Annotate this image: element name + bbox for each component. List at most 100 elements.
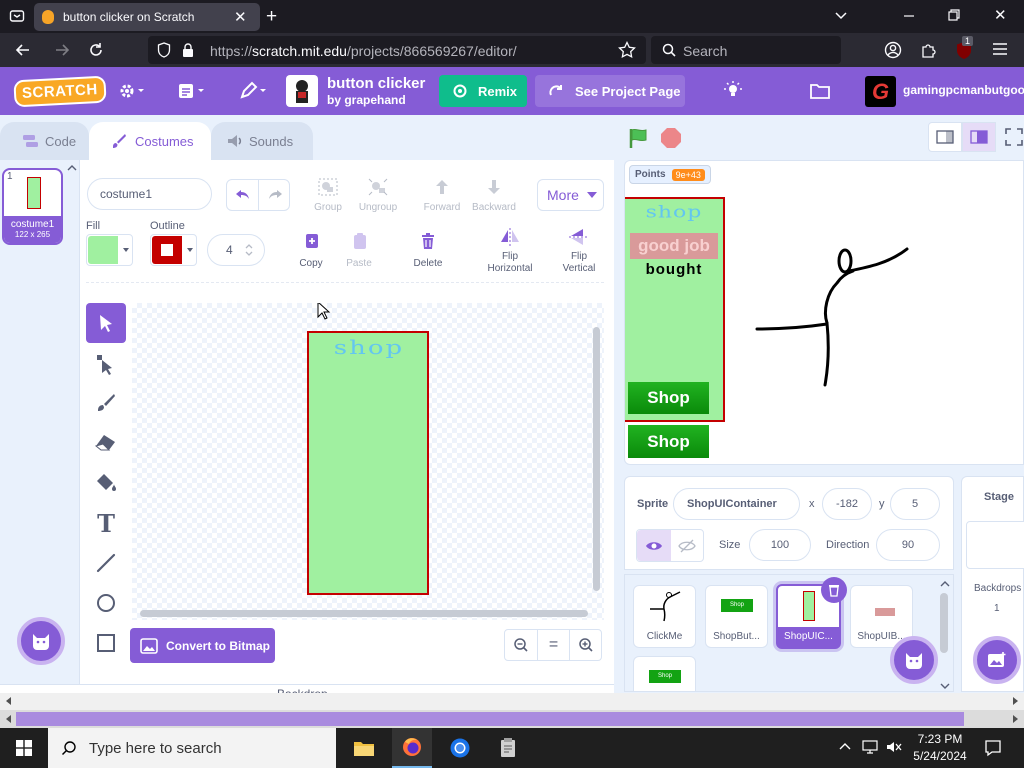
taskbar-search-box[interactable]: Type here to search [48,728,336,768]
outline-color-picker[interactable] [150,234,197,266]
zoom-reset-button[interactable]: = [538,630,570,660]
line-tool[interactable] [86,543,126,583]
scratch-logo[interactable]: SCRATCH [13,67,107,115]
bookmark-star-icon[interactable] [618,41,636,59]
reload-icon[interactable] [88,42,104,58]
stage[interactable]: Points 9e+43 shop good job bought Shop S… [624,160,1024,465]
notifications-icon[interactable] [984,739,1002,757]
choose-costume-button[interactable] [17,617,65,665]
sprite-list-scrollbar[interactable] [937,575,953,691]
tab-close-icon[interactable]: ✕ [234,8,247,26]
hamburger-menu-icon[interactable] [992,42,1008,56]
restore-window-icon[interactable] [948,9,960,21]
account-icon[interactable] [884,41,902,59]
see-project-page-button[interactable]: See Project Page [535,75,685,107]
zoom-in-button[interactable] [570,630,602,660]
choose-backdrop-button[interactable] [973,636,1021,684]
back-arrow-icon[interactable] [15,42,31,58]
copy-button[interactable]: Copy [295,232,327,272]
flip-horizontal-button[interactable]: Flip Horizontal [481,228,539,276]
volume-muted-icon[interactable] [886,740,902,754]
shop-button-sprite-2[interactable]: Shop [628,425,709,458]
brush-tool[interactable] [86,383,126,423]
hide-sprite-button[interactable] [671,530,703,561]
forward-arrow-icon[interactable] [54,42,70,58]
x-position-field[interactable]: -182 [822,488,872,520]
select-tool[interactable] [86,303,126,343]
stop-button[interactable] [660,127,682,149]
shield-icon[interactable] [157,42,171,58]
page-scroll-thumb[interactable] [16,712,964,726]
clickme-stickman-sprite[interactable] [755,243,925,393]
tray-chevron-up-icon[interactable] [839,741,851,753]
file-menu[interactable] [177,67,207,115]
rectangle-tool[interactable] [86,623,126,663]
direction-field[interactable]: 90 [876,529,940,561]
costume-list-scrollbar[interactable] [66,160,78,660]
circle-tool[interactable] [86,583,126,623]
my-stuff-folder-icon[interactable] [809,67,831,115]
lock-icon[interactable] [182,42,194,58]
new-tab-icon[interactable]: + [266,7,277,26]
clock-date[interactable]: 5/24/2024 [910,749,970,763]
edit-menu[interactable] [239,67,269,115]
settings-menu[interactable] [118,67,146,115]
tutorials-lightbulb-icon[interactable] [724,67,742,115]
paste-button[interactable]: Paste [343,232,375,272]
fill-tool[interactable] [86,462,126,502]
backward-button[interactable]: Backward [471,177,517,217]
costume-name-field[interactable]: costume1 [87,178,212,210]
sprite-name-field[interactable]: ShopUIContainer [673,488,800,520]
reshape-tool[interactable] [86,345,126,385]
clock-time[interactable]: 7:23 PM [916,732,964,746]
network-icon[interactable] [862,740,878,754]
show-sprite-button[interactable] [637,530,671,561]
canvas-vertical-scrollbar[interactable] [593,327,600,591]
convert-to-bitmap-button[interactable]: Convert to Bitmap [130,628,275,663]
forward-button[interactable]: Forward [423,177,461,217]
list-tabs-chevron-icon[interactable] [834,8,848,22]
project-author[interactable]: by grapehand [327,93,406,107]
y-position-field[interactable]: 5 [890,488,940,520]
tab-code[interactable]: Code [0,122,89,160]
green-flag-button[interactable] [627,126,651,150]
file-explorer-taskbar-icon[interactable] [344,728,384,768]
text-tool[interactable]: T [86,503,126,543]
shop-ui-container-sprite[interactable]: shop good job bought Shop [625,197,725,422]
remix-button[interactable]: Remix [439,75,527,107]
fullscreen-button[interactable] [1004,127,1024,147]
size-field[interactable]: 100 [749,529,811,561]
project-thumbnail-avatar[interactable] [286,75,318,107]
username[interactable]: gamingpcmanbutgoo [903,83,1024,97]
fill-color-picker[interactable] [86,234,133,266]
firefox-taskbar-icon[interactable] [392,728,432,768]
more-dropdown[interactable]: More [537,179,604,211]
ungroup-button[interactable]: Ungroup [357,177,399,217]
sprite-tile-shopbutton[interactable]: Shop ShopBut... [705,585,768,648]
paint-canvas[interactable]: shop [132,303,604,620]
ublock-extension-icon[interactable]: 1 [954,36,974,61]
url-bar[interactable]: https://scratch.mit.edu/projects/8665692… [148,36,646,64]
zoom-out-button[interactable] [505,630,538,660]
undo-button[interactable] [227,180,259,210]
close-window-icon[interactable]: ✕ [994,8,1007,23]
page-scroll-track[interactable] [0,710,1024,728]
choose-sprite-button[interactable] [890,636,938,684]
points-monitor[interactable]: Points 9e+43 [629,165,711,184]
search-box[interactable]: Search [651,36,841,64]
costume-shape-rectangle[interactable]: shop [307,331,429,595]
browser-tab-active[interactable]: button clicker on Scratch ✕ [34,3,260,31]
extensions-puzzle-icon[interactable] [920,41,938,59]
shop-button-sprite-1[interactable]: Shop [628,382,709,414]
tab-costumes[interactable]: Costumes [89,122,211,160]
tab-overview-icon[interactable] [9,8,25,24]
page-horizontal-scrollbar[interactable] [0,693,1024,710]
outline-width-stepper[interactable]: 4 [207,234,265,266]
sprite-tile-clickme[interactable]: ClickMe [633,585,696,648]
redo-button[interactable] [259,180,291,210]
sprite-tile-shop-2[interactable]: Shop [633,656,696,691]
group-button[interactable]: Group [311,177,345,217]
flip-vertical-button[interactable]: Flip Vertical [553,228,605,276]
small-stage-toggle[interactable] [928,122,962,152]
canvas-horizontal-scrollbar[interactable] [140,610,588,617]
